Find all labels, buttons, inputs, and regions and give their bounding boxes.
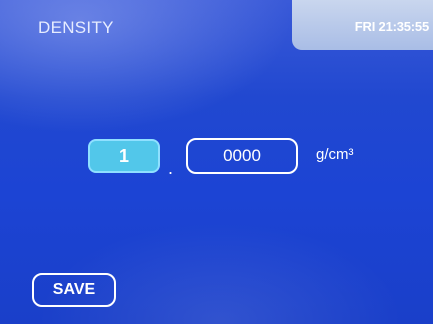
density-integer-field[interactable]: 1	[88, 139, 160, 173]
density-unit-label: g/cm³	[316, 146, 354, 163]
page-title: DENSITY	[38, 18, 114, 37]
clock-display: FRI 21:35:55	[354, 19, 429, 34]
save-button[interactable]: SAVE	[32, 273, 116, 307]
clock-panel: FRI 21:35:55	[292, 0, 433, 50]
density-fraction-field[interactable]: 0000	[186, 138, 298, 174]
density-screen: DENSITY FRI 21:35:55 1 . 0000 g/cm³ SAVE	[0, 0, 433, 324]
decimal-point: .	[168, 158, 174, 178]
